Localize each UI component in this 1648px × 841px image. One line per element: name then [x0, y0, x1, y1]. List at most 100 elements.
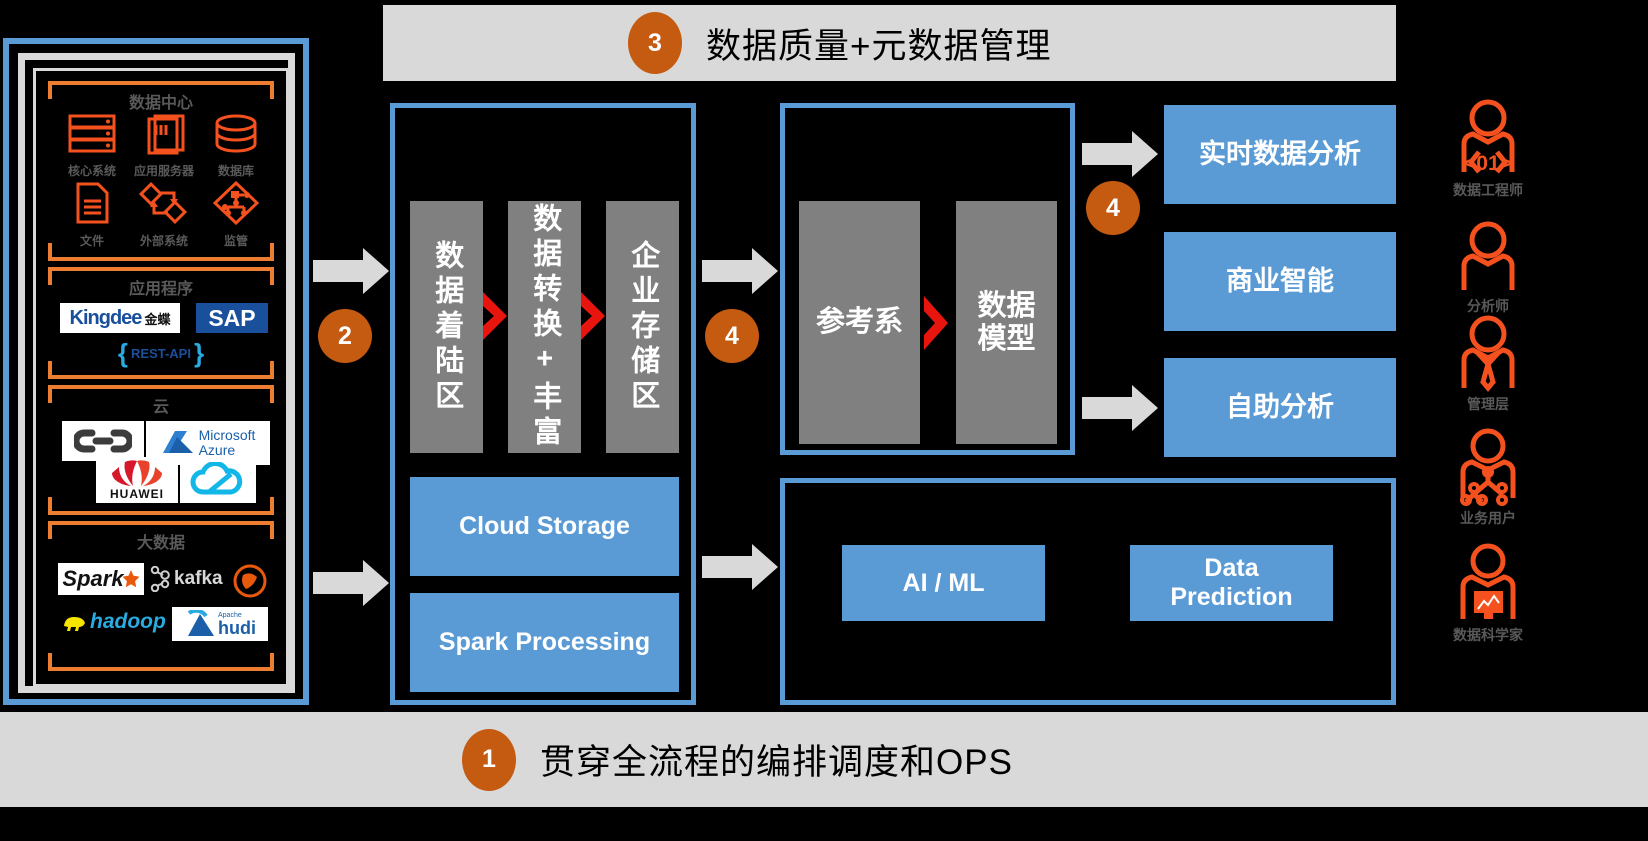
group-title: 大数据 [136, 535, 185, 552]
kingdee-logo-suffix: 金蝶 [144, 311, 171, 327]
source-item-regulation: 监管 [200, 180, 272, 249]
data-scientist-icon [1460, 543, 1516, 619]
kingdee-logo-text: Kingdee [69, 306, 143, 329]
app-server-icon [147, 114, 185, 155]
consumption-label: 实时数据分析 [1199, 138, 1361, 169]
consumption-realtime-analytics: 实时数据分析 [1164, 105, 1396, 204]
pipeline-stage-transform: 数据转换+丰富 [508, 201, 581, 453]
consumption-label: 商业智能 [1226, 265, 1334, 296]
consumption-self-service-analytics: 自助分析 [1164, 358, 1396, 457]
step-badge-4-left: 4 [705, 309, 759, 363]
file-document-icon [76, 182, 109, 224]
kafka-logo-text: kafka [174, 568, 223, 589]
kingdee-logo: Kingdee 金蝶 [60, 303, 180, 333]
source-item-label: 核心系统 [67, 164, 116, 178]
rest-api-logo-text: REST-API [131, 345, 191, 361]
azure-glyph-icon [162, 431, 193, 453]
cloud-glyph-icon [190, 462, 243, 495]
pipeline-stage-enterprise-store: 企业存储区 [606, 201, 679, 453]
analyst-icon [1461, 221, 1515, 290]
chevron-transform-to-store-icon [579, 290, 608, 347]
source-group-datacenter: 数据中心 核心系统 应用服务器 数据库 文件 外部系统 监管 [48, 81, 274, 261]
advanced-data-prediction: Data Prediction [1130, 545, 1333, 621]
source-item-label: 外部系统 [139, 234, 188, 248]
data-sources-inner: 数据中心 核心系统 应用服务器 数据库 文件 外部系统 监管 应用程序 King… [33, 68, 289, 687]
brace-right-icon: } [193, 337, 205, 368]
group-title: 数据中心 [128, 95, 193, 112]
source-item-label: 数据库 [217, 164, 254, 178]
openshift-logo [62, 421, 144, 461]
persona-badge: <01> [1464, 152, 1512, 175]
persona-business-user: 业务用户 [1418, 420, 1558, 528]
source-item-label: 应用服务器 [133, 164, 194, 178]
data-engineer-icon: <01> [1461, 99, 1515, 175]
platform-spark-processing: Spark Processing [410, 593, 679, 692]
consumption-label: 自助分析 [1226, 391, 1334, 422]
source-group-cloud: 云 Microsoft Azure HUAWEI [48, 385, 274, 515]
hudi-logo-text: hudi [218, 617, 256, 638]
data-sources-panel-frame: 数据中心 核心系统 应用服务器 数据库 文件 外部系统 监管 应用程序 King… [18, 53, 295, 693]
source-group-applications: 应用程序 Kingdee 金蝶 SAP { REST-API } [48, 267, 274, 379]
top-banner: 3 数据质量+元数据管理 [383, 5, 1396, 81]
persona-label: 数据科学家 [1453, 627, 1523, 643]
openshift-glyph-icon [74, 429, 132, 453]
hadoop-elephant-icon [64, 617, 85, 631]
advanced-label: AI / ML [902, 568, 985, 597]
persona-data-scientist: 数据科学家 [1418, 537, 1558, 645]
group-bracket-bottom [48, 653, 274, 671]
azure-logo-suffix: Azure [198, 442, 236, 458]
hadoop-logo: hadoop [62, 607, 166, 637]
flink-squirrel-icon [233, 564, 267, 598]
hudi-glyph-icon [187, 610, 214, 636]
platform-label: Spark Processing [438, 628, 651, 657]
regulation-network-icon [212, 180, 260, 226]
azure-logo-text: Microsoft [198, 427, 256, 444]
source-item-file: 文件 [56, 181, 128, 249]
source-item-database: 数据库 [200, 113, 272, 179]
persona-manager: 管理层 [1418, 306, 1558, 414]
apache-hudi-logo: Apache hudi [172, 607, 268, 641]
source-item-core-system: 核心系统 [56, 113, 128, 179]
top-banner-label: 数据质量+元数据管理 [706, 26, 1052, 66]
persona-label: 数据工程师 [1453, 182, 1523, 198]
source-group-bigdata: 大数据 Spark kafka hadoop Apache hudi [48, 521, 274, 671]
advanced-ai-ml: AI / ML [842, 545, 1045, 621]
modeling-stage-reference: 参考系 [799, 201, 920, 444]
spark-logo: Spark [58, 563, 144, 595]
data-modeling-panel: 参考系 数据模型 [780, 103, 1075, 455]
huawei-logo-text: HUAWEI [110, 487, 164, 501]
flink-logo [232, 563, 268, 599]
persona-data-engineer: <01> 数据工程师 [1418, 92, 1558, 200]
spark-logo-text: Spark [62, 566, 124, 591]
platform-cloud-storage: Cloud Storage [410, 477, 679, 576]
kafka-logo: kafka [148, 563, 224, 595]
database-icon [215, 114, 257, 153]
group-title: 应用程序 [128, 281, 193, 298]
rest-api-logo: { REST-API } [110, 337, 212, 368]
source-item-external-system: 外部系统 [128, 181, 200, 249]
pipeline-stage-label: 数据着陆区 [430, 239, 463, 415]
modeling-stage-label: 数据模型 [977, 290, 1036, 355]
hadoop-logo-text: hadoop [90, 610, 166, 633]
advanced-analytics-panel: AI / ML Data Prediction [780, 478, 1396, 705]
modeling-stage-datamodel: 数据模型 [956, 201, 1057, 444]
brace-left-icon: { [117, 337, 129, 368]
bottom-banner: 1 贯穿全流程的编排调度和OPS [0, 712, 1648, 807]
pipeline-stage-landing: 数据着陆区 [410, 201, 483, 453]
data-sources-panel: 数据中心 核心系统 应用服务器 数据库 文件 外部系统 监管 应用程序 King… [3, 38, 309, 705]
pipeline-stage-label: 企业存储区 [626, 239, 659, 415]
sap-logo-text: SAP [208, 304, 256, 331]
bottom-banner-badge: 1 [462, 728, 516, 791]
bottom-banner-label: 贯穿全流程的编排调度和OPS [540, 743, 1013, 782]
step-badge-2: 2 [318, 309, 372, 363]
persona-label: 业务用户 [1460, 510, 1516, 526]
arrow-modeling-to-selfservice [1082, 385, 1158, 436]
step-badge-4-right: 4 [1086, 181, 1140, 235]
chevron-landing-to-transform-icon [481, 290, 510, 347]
arrow-pipeline-to-modeling [702, 248, 778, 299]
consumption-business-intelligence: 商业智能 [1164, 232, 1396, 331]
pipeline-stage-label: 数据转换+丰富 [528, 203, 561, 451]
source-item-label: 监管 [223, 234, 248, 248]
external-system-flow-icon [138, 181, 188, 225]
chevron-reference-to-model-icon [922, 294, 951, 357]
